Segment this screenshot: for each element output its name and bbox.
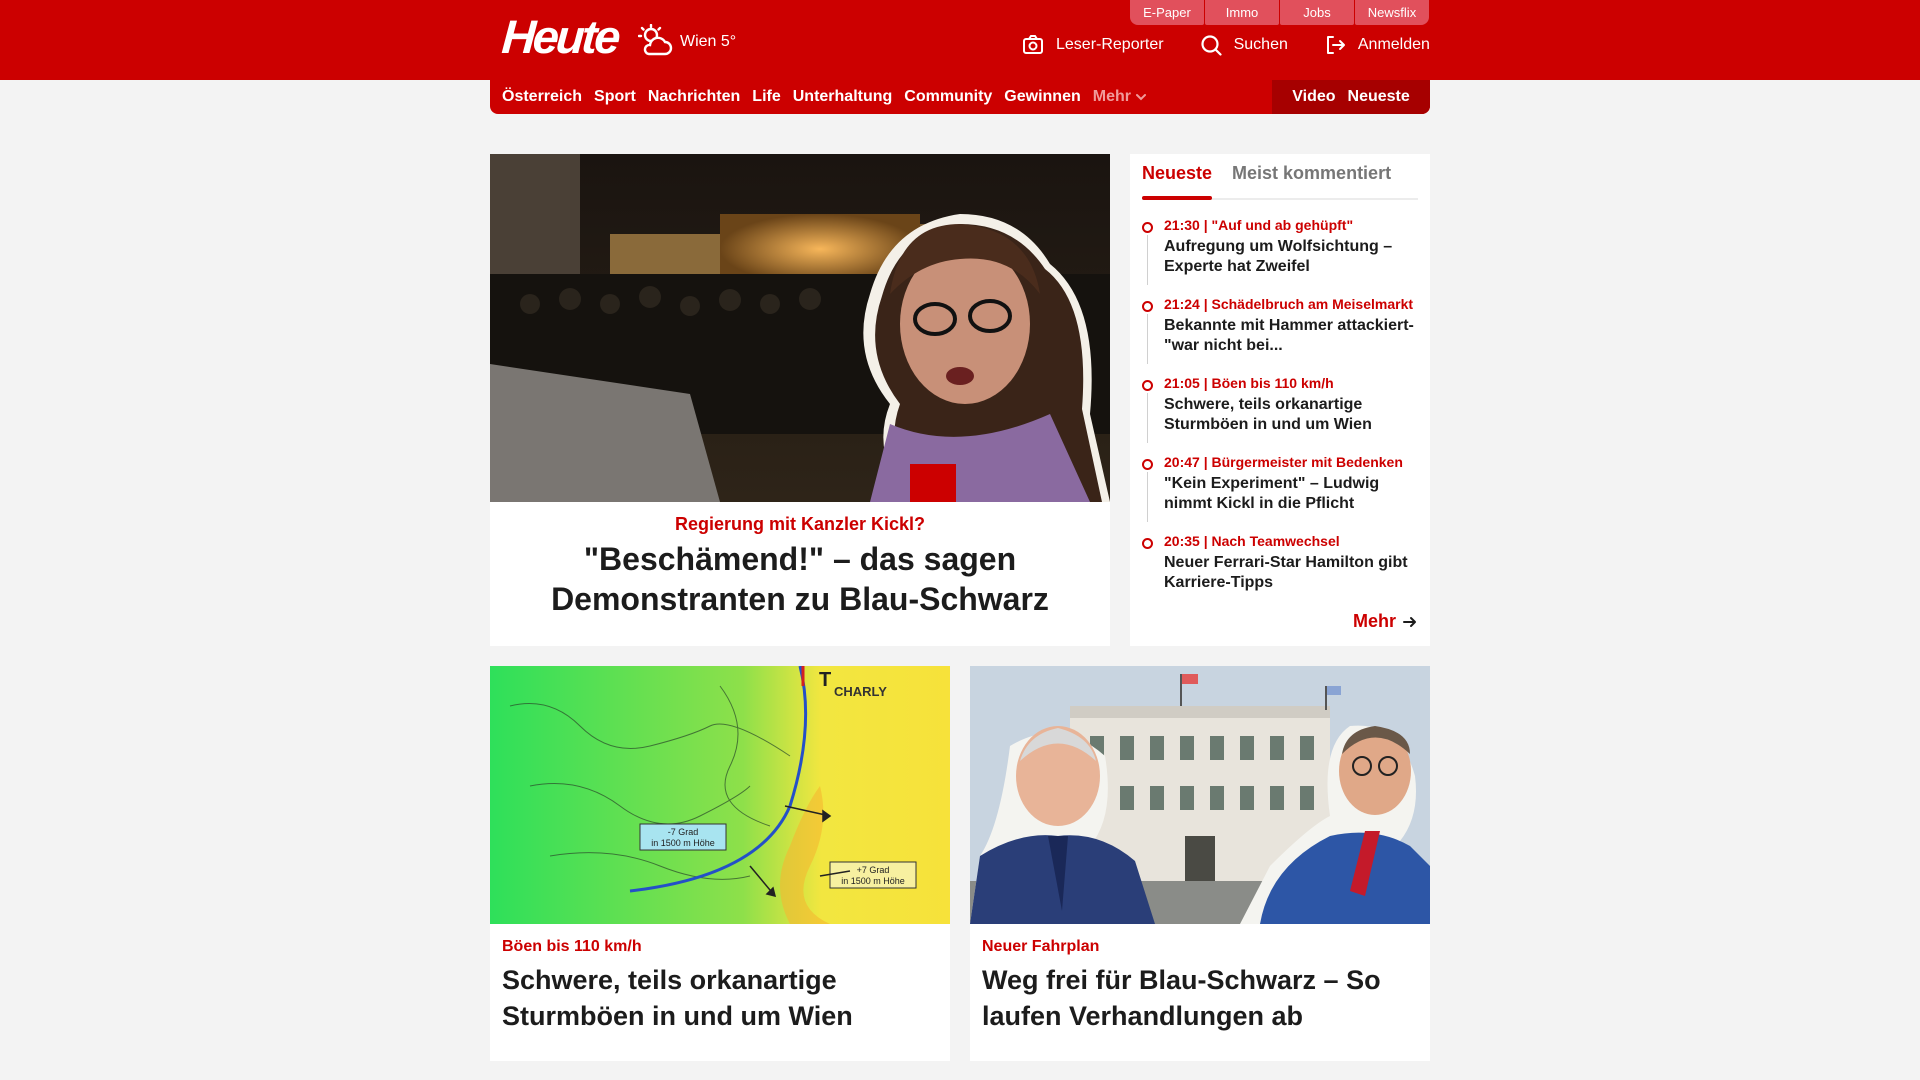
nav-more-dropdown[interactable]: Mehr xyxy=(1093,88,1147,106)
service-link-jobs[interactable]: Jobs xyxy=(1280,0,1354,25)
search-button[interactable]: Suchen xyxy=(1200,34,1288,56)
nav-item-video[interactable]: Video xyxy=(1292,88,1335,106)
service-link-newsflix[interactable]: Newsflix xyxy=(1355,0,1429,25)
timeline-line xyxy=(1147,393,1148,443)
hero-image[interactable] xyxy=(490,154,1110,502)
service-links: E-Paper Immo Jobs Newsflix xyxy=(1130,0,1429,25)
more-news-label: Mehr xyxy=(1352,611,1396,631)
government-image[interactable] xyxy=(970,666,1430,924)
timeline-dot xyxy=(1142,459,1153,470)
card-kicker: Böen bis 110 km/h xyxy=(502,938,642,955)
nav-item-unterhaltung[interactable]: Unterhaltung xyxy=(793,88,893,106)
nav-item-neueste[interactable]: Neueste xyxy=(1348,88,1410,106)
site-logo[interactable]: Heute xyxy=(500,10,619,63)
map-storm-label: CHARLY xyxy=(834,684,887,699)
timeline-dot xyxy=(1142,380,1153,391)
timeline-dot xyxy=(1142,538,1153,549)
leser-reporter-label: Leser-Reporter xyxy=(1056,36,1164,53)
search-label: Suchen xyxy=(1233,36,1288,53)
news-title[interactable]: "Kein Experiment" – Ludwig nimmt Kickl i… xyxy=(1164,474,1418,514)
news-meta: 21:24 | Schädelbruch am Meiselmarkt xyxy=(1164,296,1414,312)
news-title[interactable]: Schwere, teils orkanartige Sturmböen in … xyxy=(1164,395,1418,435)
login-button[interactable]: Anmelden xyxy=(1324,34,1430,56)
sidebar-tabs: Neueste Meist kommentiert xyxy=(1142,154,1418,200)
nav-right-group: Video Neueste xyxy=(1272,80,1430,114)
timeline-line xyxy=(1147,235,1148,285)
nav-item-gewinnen[interactable]: Gewinnen xyxy=(1004,88,1080,106)
article-card-government[interactable]: Neuer Fahrplan Weg frei für Blau-Schwarz… xyxy=(970,666,1430,1061)
weather-widget[interactable]: Wien 5° xyxy=(638,24,736,60)
login-label: Anmelden xyxy=(1357,36,1430,53)
news-title[interactable]: Neuer Ferrari-Star Hamilton gibt Karrier… xyxy=(1164,553,1418,593)
article-card-storm[interactable]: T CHARLY -7 Grad in 1500 m Höhe +7 Grad … xyxy=(490,666,950,1061)
timeline-line xyxy=(1147,472,1148,522)
timeline-line xyxy=(1147,314,1148,364)
leser-reporter-button[interactable]: Leser-Reporter xyxy=(1022,34,1164,56)
news-item[interactable]: 21:30 | "Auf und ab gehüpft" Aufregung u… xyxy=(1142,216,1418,295)
nav-item-life[interactable]: Life xyxy=(752,88,780,106)
more-news-link[interactable]: Mehr xyxy=(1353,611,1418,632)
nav-more-label: Mehr xyxy=(1092,88,1131,105)
weather-text: Wien 5° xyxy=(680,33,737,50)
map-cold-label-1: -7 Grad xyxy=(668,827,699,837)
news-meta: 20:47 | Bürgermeister mit Bedenken xyxy=(1164,454,1403,470)
nav-item-nachrichten[interactable]: Nachrichten xyxy=(648,88,740,106)
map-low-label: T xyxy=(819,669,831,691)
timeline-dot xyxy=(1142,222,1153,233)
news-item[interactable]: 21:24 | Schädelbruch am Meiselmarkt Beka… xyxy=(1142,295,1418,374)
news-meta: 20:35 | Nach Teamwechsel xyxy=(1164,533,1340,549)
camera-icon xyxy=(1023,35,1043,54)
cloud-sun-icon xyxy=(638,24,673,56)
service-link-epaper[interactable]: E-Paper xyxy=(1130,0,1204,25)
map-cold-label-2: in 1500 m Höhe xyxy=(651,838,715,848)
chevron-down-icon xyxy=(1135,94,1146,101)
card-title[interactable]: Schwere, teils orkanartige Sturmböen in … xyxy=(502,962,938,1034)
hero-title[interactable]: "Beschämend!" – das sagen Demonstranten … xyxy=(490,539,1110,619)
news-item[interactable]: 20:47 | Bürgermeister mit Bedenken "Kein… xyxy=(1142,453,1418,532)
news-title[interactable]: Bekannte mit Hammer attackiert- "war nic… xyxy=(1164,316,1418,356)
latest-news-sidebar: Neueste Meist kommentiert 21:30 | "Auf u… xyxy=(1130,154,1430,646)
arrow-right-icon xyxy=(1403,616,1416,627)
header-actions: Leser-Reporter Suchen Anmelden xyxy=(1022,34,1430,56)
timeline-dot xyxy=(1142,301,1153,312)
map-warm-label-2: in 1500 m Höhe xyxy=(841,876,905,886)
tab-neueste[interactable]: Neueste xyxy=(1142,154,1213,200)
news-meta: 21:30 | "Auf und ab gehüpft" xyxy=(1164,217,1354,233)
card-title[interactable]: Weg frei für Blau-Schwarz – So laufen Ve… xyxy=(982,962,1418,1034)
nav-item-oesterreich[interactable]: Österreich xyxy=(502,88,582,106)
news-item[interactable]: 20:35 | Nach Teamwechsel Neuer Ferrari-S… xyxy=(1142,532,1418,611)
site-header: Heute Wien 5° E-Paper Immo Jobs Newsflix… xyxy=(0,0,1920,80)
nav-item-sport[interactable]: Sport xyxy=(594,88,636,106)
search-icon xyxy=(1201,35,1222,56)
tab-meist-kommentiert[interactable]: Meist kommentiert xyxy=(1232,154,1391,198)
main-nav: Österreich Sport Nachrichten Life Unterh… xyxy=(490,80,1430,114)
card-kicker: Neuer Fahrplan xyxy=(982,938,1100,955)
map-warm-label-1: +7 Grad xyxy=(857,865,890,875)
weather-map-image[interactable]: T CHARLY -7 Grad in 1500 m Höhe +7 Grad … xyxy=(490,666,950,924)
hero-article[interactable]: Regierung mit Kanzler Kickl? "Beschämend… xyxy=(490,154,1110,646)
news-item[interactable]: 21:05 | Böen bis 110 km/h Schwere, teils… xyxy=(1142,374,1418,453)
hero-kicker: Regierung mit Kanzler Kickl? xyxy=(674,514,926,534)
news-list: 21:30 | "Auf und ab gehüpft" Aufregung u… xyxy=(1142,216,1418,611)
nav-item-community[interactable]: Community xyxy=(904,88,992,106)
login-icon xyxy=(1326,36,1345,54)
news-title[interactable]: Aufregung um Wolfsichtung – Experte hat … xyxy=(1164,237,1418,277)
service-link-immo[interactable]: Immo xyxy=(1205,0,1279,25)
news-meta: 21:05 | Böen bis 110 km/h xyxy=(1164,375,1334,391)
